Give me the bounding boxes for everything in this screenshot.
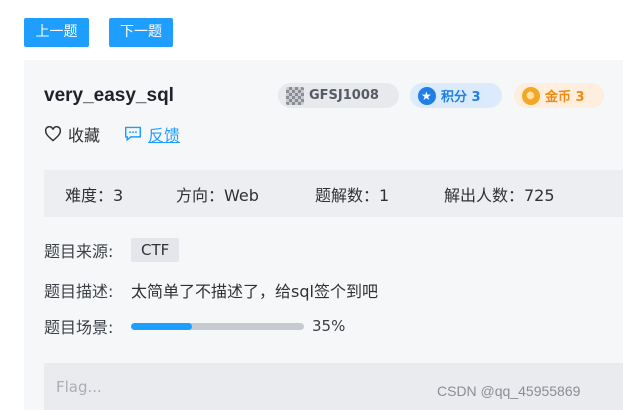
feedback-label: 反馈 (148, 126, 181, 145)
score-badge: 积分 3 (410, 83, 502, 108)
solvers-stat: 解出人数：725 (444, 185, 555, 205)
coin-text: 金币 3 (545, 90, 585, 105)
feedback-button[interactable]: 反馈 (124, 122, 180, 146)
heart-icon (44, 126, 62, 142)
score-text: 积分 3 (441, 90, 481, 105)
writeups-stat: 题解数：1 (315, 185, 390, 205)
scene-progress-text: 35% (312, 317, 346, 335)
challenge-id-badge: GFSJ1008 (278, 83, 399, 108)
challenge-card: very_easy_sql GFSJ1008 积分 3 金币 3 收藏 反馈 难… (24, 60, 623, 410)
watermark: CSDN @qq_45955869 (437, 383, 581, 399)
source-label: 题目来源: (44, 242, 114, 261)
description-row: 题目描述: 太简单了不描述了，给sql签个到吧 (44, 278, 378, 302)
source-row: 题目来源: CTF (44, 238, 180, 262)
scene-row: 题目场景: 35% (44, 314, 345, 338)
prev-question-button[interactable]: 上一题 (24, 18, 89, 47)
challenge-id-text: GFSJ1008 (309, 88, 379, 103)
scene-progress-bar (131, 322, 304, 330)
scene-label: 题目场景: (44, 318, 114, 337)
description-label: 题目描述: (44, 282, 114, 301)
favorite-label: 收藏 (68, 126, 101, 145)
difficulty-stat: 难度：3 (65, 185, 124, 205)
next-question-button[interactable]: 下一题 (109, 18, 173, 47)
challenge-title: very_easy_sql (44, 85, 174, 106)
favorite-button[interactable]: 收藏 (44, 122, 100, 146)
scene-progress-fill (131, 322, 192, 330)
chat-icon (125, 126, 141, 142)
source-badge: CTF (131, 238, 180, 262)
coin-icon (522, 86, 540, 105)
description-text: 太简单了不描述了，给sql签个到吧 (131, 282, 378, 301)
coin-badge: 金币 3 (514, 83, 604, 108)
star-icon (418, 86, 436, 105)
stats-bar: 难度：3 方向：Web 题解数：1 解出人数：725 (44, 170, 623, 217)
grid-icon (286, 86, 304, 105)
direction-stat: 方向：Web (176, 185, 259, 205)
